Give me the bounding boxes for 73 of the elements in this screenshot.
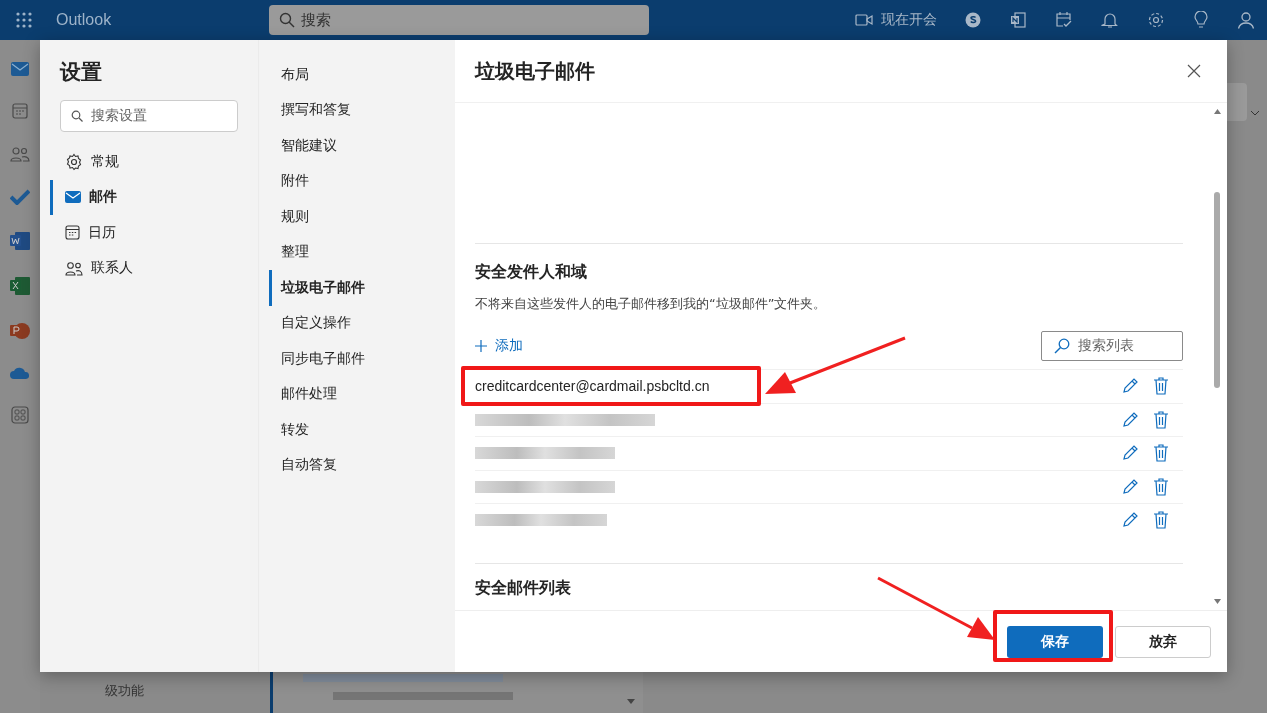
checkmark-icon[interactable] bbox=[10, 189, 30, 205]
section-title: 安全邮件列表 bbox=[475, 577, 572, 599]
delete-icon[interactable] bbox=[1153, 444, 1169, 463]
edit-icon[interactable] bbox=[1121, 410, 1139, 429]
bell-icon[interactable] bbox=[1101, 11, 1119, 29]
sender-address: creditcardcenter@cardmail.psbcltd.cn bbox=[475, 378, 710, 395]
skype-icon[interactable] bbox=[965, 12, 981, 28]
section-description: 不将来自这些发件人的电子邮件移到我的“垃圾邮件”文件夹。 bbox=[475, 295, 828, 313]
search-field[interactable]: 搜索设置 bbox=[60, 100, 238, 132]
edit-icon[interactable] bbox=[1121, 511, 1139, 530]
subcategory-item[interactable]: 布局 bbox=[269, 57, 313, 93]
delete-icon[interactable] bbox=[1153, 410, 1169, 429]
delete-icon[interactable] bbox=[1153, 377, 1169, 396]
subcategory-item[interactable]: 自定义操作 bbox=[269, 305, 355, 341]
add-button[interactable]: 添加 bbox=[475, 337, 523, 355]
subcategory-item[interactable]: 垃圾电子邮件 bbox=[269, 270, 369, 306]
search-placeholder: 搜索设置 bbox=[91, 107, 147, 125]
dialog-title: 设置 bbox=[60, 59, 103, 86]
chevron-icon[interactable] bbox=[1250, 110, 1260, 116]
subcategory-item[interactable]: 自动答复 bbox=[269, 447, 341, 483]
word-icon[interactable] bbox=[10, 232, 30, 250]
settings-icon bbox=[65, 152, 83, 171]
video-icon[interactable] bbox=[855, 14, 873, 26]
subcategory-item[interactable]: 智能建议 bbox=[269, 128, 341, 164]
category-item[interactable]: 联系人 bbox=[50, 250, 238, 286]
lightbulb-icon[interactable] bbox=[1193, 11, 1209, 29]
subcategory-item[interactable]: 同步电子邮件 bbox=[269, 341, 369, 377]
app-launcher-icon[interactable] bbox=[16, 12, 32, 28]
onenote-icon[interactable] bbox=[1009, 11, 1027, 29]
settings-icon[interactable] bbox=[1147, 11, 1165, 29]
people-icon bbox=[65, 260, 83, 276]
calendar-icon bbox=[65, 225, 80, 241]
mail-icon bbox=[65, 191, 81, 204]
calendar-check-icon[interactable] bbox=[1055, 11, 1073, 29]
scroll-up-icon[interactable] bbox=[1213, 109, 1221, 114]
search-placeholder: 搜索列表 bbox=[1078, 337, 1134, 355]
search-icon bbox=[1054, 338, 1070, 354]
plus-icon bbox=[475, 340, 487, 352]
edit-icon[interactable] bbox=[1121, 377, 1139, 396]
close-icon[interactable] bbox=[1187, 64, 1201, 78]
subcategory-item[interactable]: 邮件处理 bbox=[269, 376, 341, 412]
subcategory-item[interactable]: 附件 bbox=[269, 163, 313, 199]
apps-icon[interactable] bbox=[11, 406, 29, 424]
search-icon bbox=[71, 110, 83, 122]
powerpoint-icon[interactable] bbox=[10, 322, 30, 340]
subcategory-item[interactable]: 整理 bbox=[269, 234, 313, 270]
meet-now-button[interactable]: 现在开会 bbox=[881, 11, 937, 29]
subcategory-item[interactable]: 转发 bbox=[269, 412, 313, 448]
discard-button[interactable]: 放弃 bbox=[1115, 625, 1211, 658]
category-item[interactable]: 日历 bbox=[50, 215, 238, 251]
search-icon bbox=[279, 12, 296, 28]
category-item[interactable]: 常规 bbox=[50, 144, 238, 180]
subcategory-item[interactable]: 撰写和答复 bbox=[269, 92, 355, 128]
delete-icon[interactable] bbox=[1153, 477, 1169, 496]
excel-icon[interactable] bbox=[10, 277, 30, 295]
edit-icon[interactable] bbox=[1121, 477, 1139, 496]
search-placeholder: 搜索 bbox=[301, 10, 332, 30]
panel-title: 垃圾电子邮件 bbox=[475, 57, 596, 85]
caret-icon bbox=[627, 699, 635, 704]
account-icon[interactable] bbox=[1237, 11, 1255, 29]
people-icon[interactable] bbox=[10, 146, 30, 162]
delete-icon[interactable] bbox=[1153, 511, 1169, 530]
mail-icon[interactable] bbox=[11, 62, 29, 76]
promo-text: 级功能 bbox=[105, 683, 144, 698]
search-field[interactable]: 搜索列表 bbox=[1041, 331, 1183, 361]
scroll-down-icon[interactable] bbox=[1213, 599, 1221, 604]
section-title: 安全发件人和域 bbox=[475, 262, 588, 283]
subcategory-item[interactable]: 规则 bbox=[269, 199, 313, 235]
search-field[interactable]: 搜索 bbox=[269, 5, 650, 35]
app-name: Outlook bbox=[56, 11, 112, 29]
edit-icon[interactable] bbox=[1121, 444, 1139, 463]
category-item[interactable]: 邮件 bbox=[50, 179, 238, 215]
save-button[interactable]: 保存 bbox=[1007, 625, 1103, 658]
